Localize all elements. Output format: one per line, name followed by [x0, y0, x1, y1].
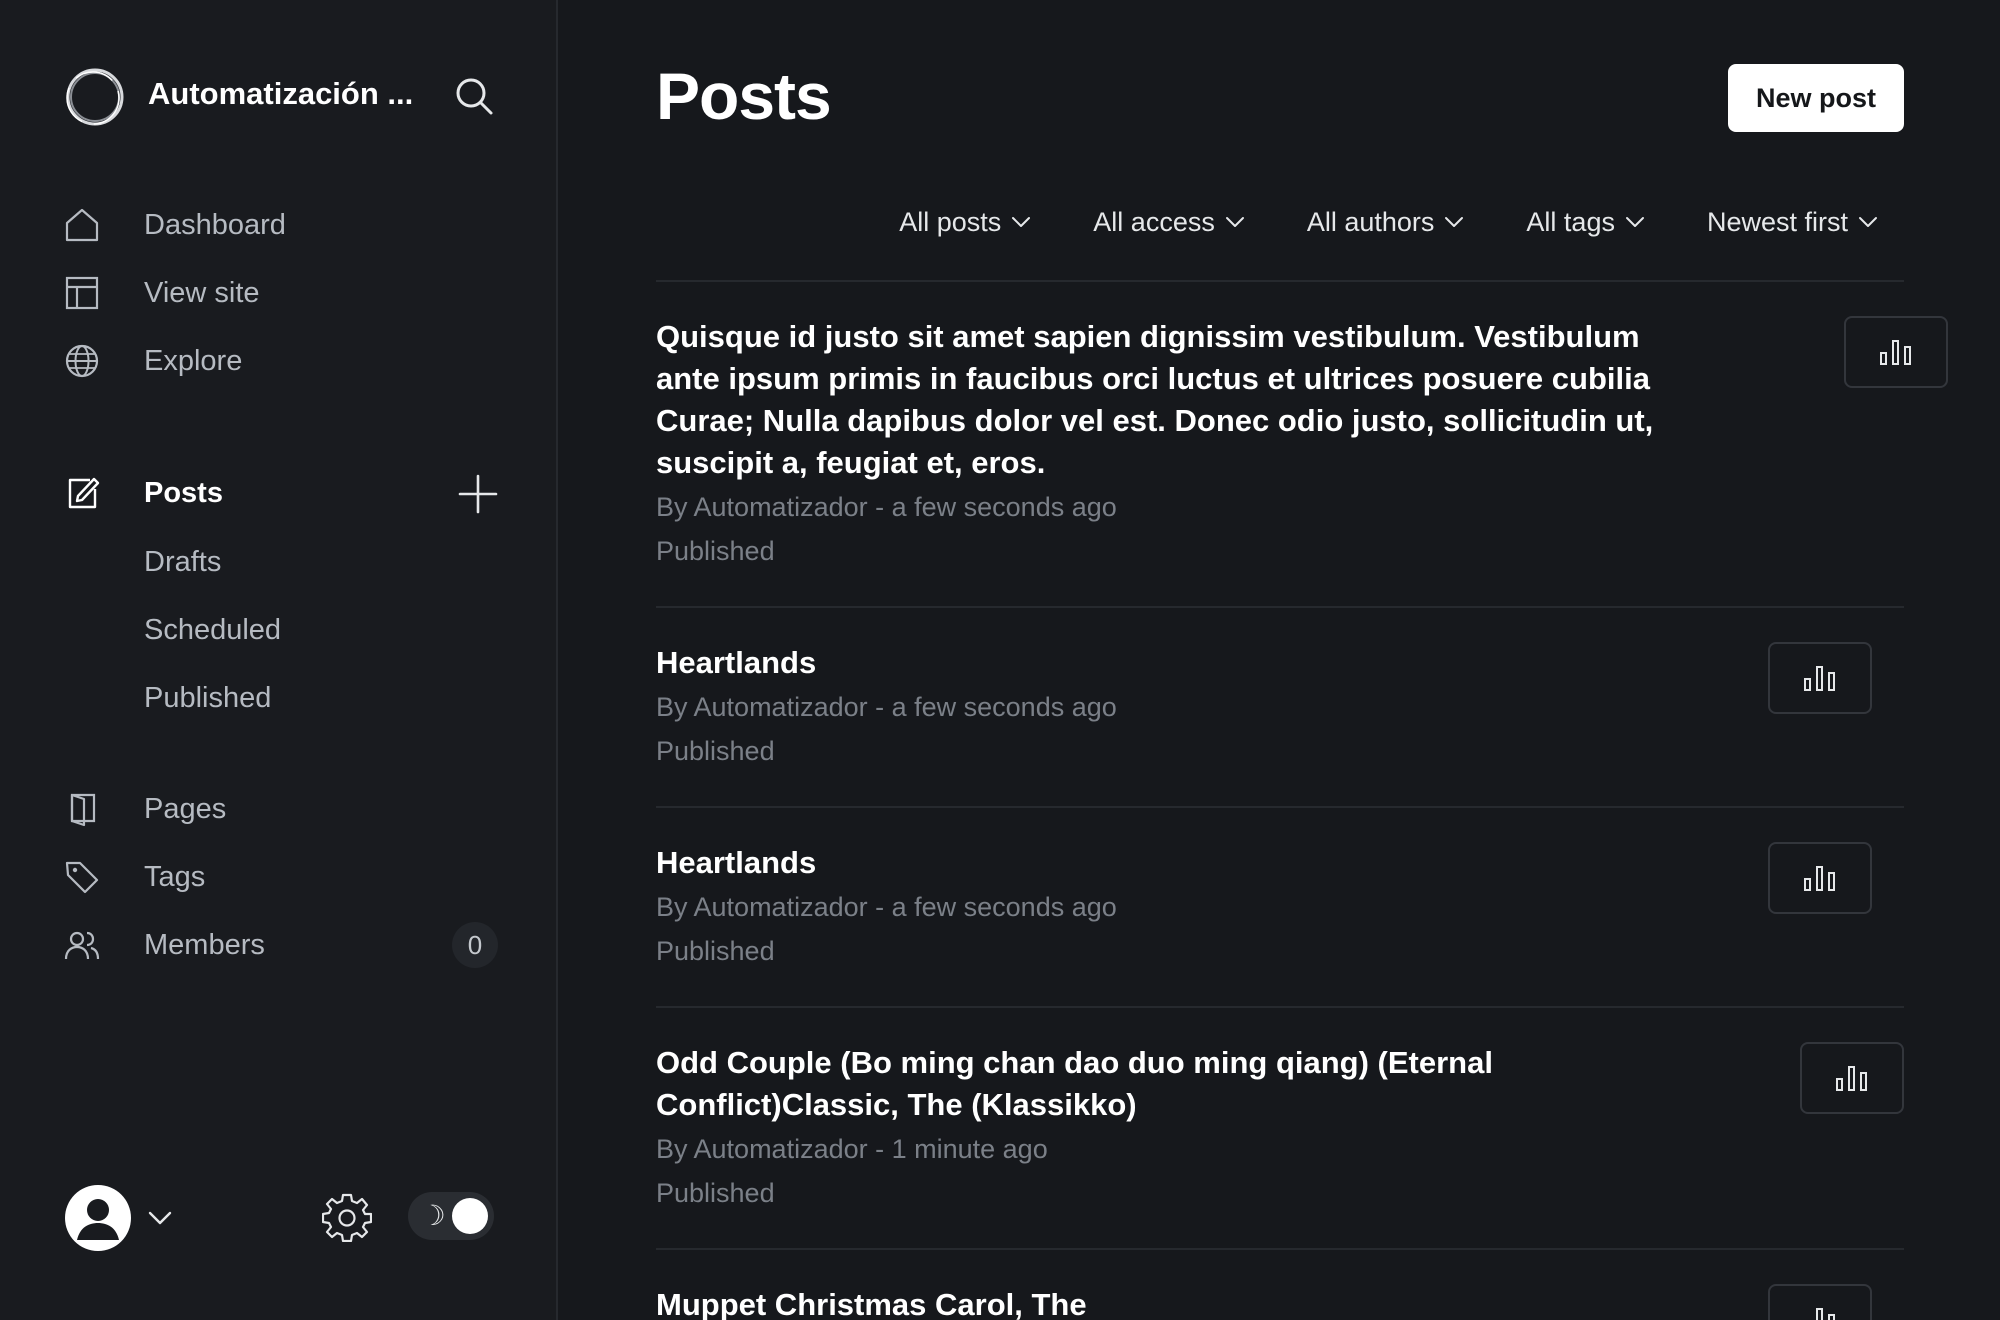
site-logo-icon — [66, 68, 124, 126]
post-status: Published — [656, 1178, 775, 1208]
post-analytics-button[interactable] — [1768, 1284, 1872, 1320]
sidebar-item-published[interactable]: Published — [144, 672, 504, 724]
nav-item-dashboard[interactable]: Dashboard — [64, 197, 504, 253]
post-status: Published — [656, 536, 775, 566]
post-title[interactable]: Odd Couple (Bo ming chan dao duo ming qi… — [656, 1042, 1656, 1126]
bar-chart-icon — [1816, 1308, 1835, 1320]
post-status: Published — [656, 936, 775, 966]
post-analytics-button[interactable] — [1800, 1042, 1904, 1114]
filter-label: All tags — [1526, 206, 1615, 237]
post-row[interactable]: Quisque id justo sit amet sapien digniss… — [656, 280, 1948, 606]
nav-label-tags: Tags — [144, 860, 206, 893]
theme-toggle[interactable]: ☽ — [408, 1192, 494, 1240]
post-meta: By Automatizador - a few seconds ago — [656, 892, 1117, 922]
moon-icon: ☽ — [420, 1199, 446, 1232]
nav-label-pages: Pages — [144, 792, 227, 825]
chevron-down-icon[interactable] — [146, 1204, 174, 1232]
members-icon — [64, 925, 124, 965]
nav-label-members: Members — [144, 928, 265, 961]
post-title[interactable]: Muppet Christmas Carol, The — [656, 1284, 1656, 1320]
chevron-down-icon — [1225, 217, 1244, 227]
site-brand[interactable]: Automatización ... — [64, 64, 504, 128]
bar-chart-icon — [1880, 340, 1911, 365]
nav-item-pages[interactable]: Pages — [64, 781, 504, 837]
filter-label: Newest first — [1706, 206, 1848, 237]
post-list: Quisque id justo sit amet sapien digniss… — [656, 280, 1948, 1320]
post-analytics-button[interactable] — [1844, 316, 1948, 388]
sidebar-item-drafts[interactable]: Drafts — [144, 536, 504, 588]
site-name: Automatización ... — [148, 76, 414, 111]
page-icon — [64, 789, 124, 829]
search-icon[interactable] — [452, 74, 496, 118]
filter-label: All authors — [1306, 206, 1435, 237]
nav-item-tags[interactable]: Tags — [64, 849, 504, 905]
chevron-down-icon — [1445, 217, 1464, 227]
edit-icon — [64, 473, 124, 513]
post-meta: By Automatizador - 1 minute ago — [656, 1134, 1048, 1164]
filter-access-dropdown[interactable]: All access — [1093, 207, 1245, 238]
app-window: Automatización ... Dashboard View site E… — [0, 0, 2000, 1320]
layout-icon — [64, 273, 124, 313]
post-row[interactable]: Heartlands By Automatizador - a few seco… — [656, 806, 1904, 1006]
filter-label: All access — [1093, 206, 1215, 237]
post-title[interactable]: Heartlands — [656, 642, 1656, 684]
nav-item-view-site[interactable]: View site — [64, 265, 504, 321]
home-icon — [64, 205, 124, 245]
chevron-down-icon — [1859, 217, 1877, 227]
tag-icon — [64, 857, 124, 897]
nav-label-dashboard: Dashboard — [144, 208, 286, 241]
bar-chart-icon — [1836, 1066, 1867, 1091]
user-avatar-icon[interactable] — [64, 1184, 132, 1252]
add-post-icon[interactable] — [454, 470, 502, 518]
post-title[interactable]: Heartlands — [656, 842, 1656, 884]
filter-author-dropdown[interactable]: All authors — [1307, 207, 1465, 238]
nav-item-posts[interactable]: Posts — [64, 465, 424, 521]
bar-chart-icon — [1804, 866, 1835, 891]
post-analytics-button[interactable] — [1768, 642, 1872, 714]
filter-label: All posts — [899, 206, 1002, 237]
members-count-badge: 0 — [452, 922, 498, 968]
post-title[interactable]: Quisque id justo sit amet sapien digniss… — [656, 316, 1656, 484]
bar-chart-icon — [1804, 666, 1835, 691]
sidebar: Automatización ... Dashboard View site E… — [0, 0, 558, 1320]
gear-icon[interactable] — [322, 1192, 372, 1242]
post-status: Published — [656, 736, 775, 766]
nav-item-explore[interactable]: Explore — [64, 333, 504, 389]
post-row[interactable]: Heartlands By Automatizador - a few seco… — [656, 606, 1904, 806]
post-meta: By Automatizador - a few seconds ago — [656, 492, 1117, 522]
main-content: Posts New post All posts All access All … — [560, 0, 2000, 1320]
nav-label-view-site: View site — [144, 276, 260, 309]
filter-bar: All posts All access All authors All tag… — [656, 196, 1904, 248]
post-meta: By Automatizador - a few seconds ago — [656, 692, 1117, 722]
post-row[interactable]: Muppet Christmas Carol, The — [656, 1248, 1904, 1320]
toggle-knob — [452, 1198, 488, 1234]
new-post-button[interactable]: New post — [1728, 64, 1904, 132]
filter-type-dropdown[interactable]: All posts — [899, 207, 1031, 238]
chevron-down-icon — [1625, 217, 1644, 227]
nav-label-posts: Posts — [144, 476, 223, 509]
filter-tag-dropdown[interactable]: All tags — [1526, 207, 1645, 238]
nav-label-explore: Explore — [144, 344, 243, 377]
post-analytics-button[interactable] — [1768, 842, 1872, 914]
globe-icon — [64, 341, 124, 381]
page-title: Posts — [656, 59, 832, 133]
post-row[interactable]: Odd Couple (Bo ming chan dao duo ming qi… — [656, 1006, 1904, 1248]
nav-item-members[interactable]: Members — [64, 917, 504, 973]
sidebar-item-scheduled[interactable]: Scheduled — [144, 604, 504, 656]
chevron-down-icon — [1012, 217, 1031, 227]
sort-order-dropdown[interactable]: Newest first — [1707, 207, 1878, 238]
